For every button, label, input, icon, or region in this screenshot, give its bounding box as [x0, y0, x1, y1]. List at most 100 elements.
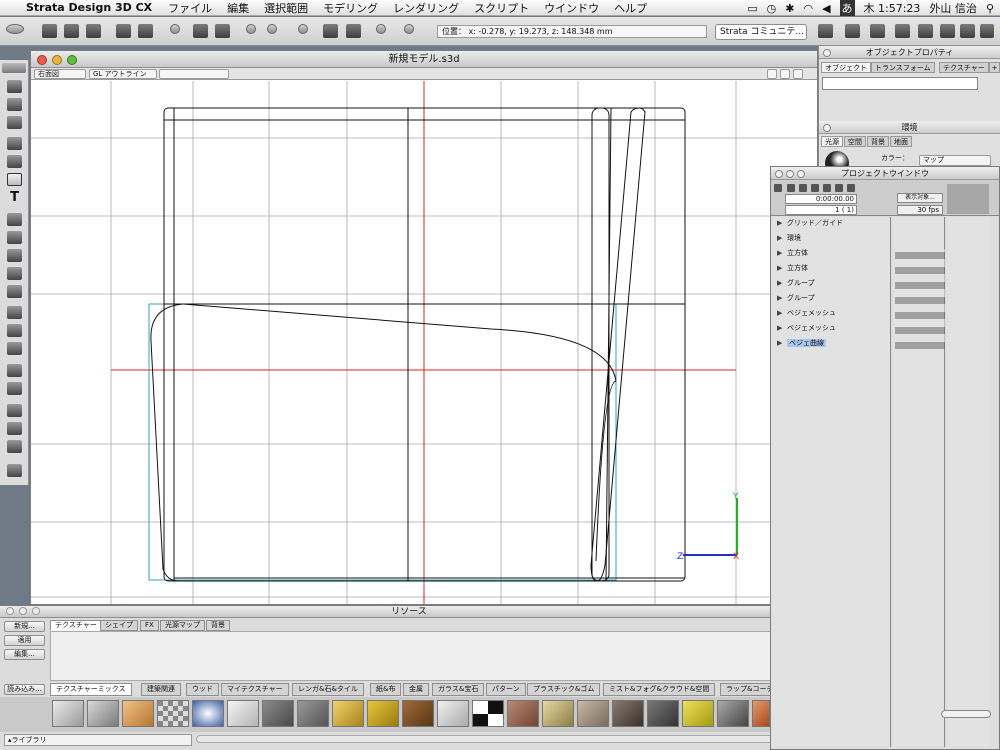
photoshop-import-icon[interactable]: [116, 24, 131, 38]
snap-icon[interactable]: [767, 69, 777, 79]
project-close-icon[interactable]: [775, 170, 783, 178]
new-file-icon[interactable]: [42, 24, 57, 38]
list-item[interactable]: ▶ グループ: [777, 277, 815, 290]
close-icon[interactable]: [37, 55, 47, 65]
texture-swatch[interactable]: [157, 700, 189, 727]
align-icon[interactable]: [818, 24, 833, 38]
stop-icon[interactable]: [787, 184, 795, 192]
menu-edit[interactable]: 編集: [227, 0, 249, 16]
fit-view-icon[interactable]: [323, 24, 338, 38]
group-select-icon[interactable]: [7, 116, 22, 129]
texture-swatch[interactable]: [332, 700, 364, 727]
deform-tool-icon[interactable]: [7, 285, 22, 298]
category-mist-fog[interactable]: ミスト&フォグ&クラウド&空間: [603, 683, 716, 696]
uv-icon[interactable]: [404, 24, 414, 34]
texture-swatch[interactable]: [297, 700, 329, 727]
texture-swatch[interactable]: [542, 700, 574, 727]
menu-window[interactable]: ウインドウ: [544, 0, 599, 16]
list-item[interactable]: ▶ グリッド／ガイド: [777, 217, 843, 230]
select-arrow-icon[interactable]: [7, 80, 22, 93]
category-paper-cloth[interactable]: 紙&布: [370, 683, 402, 696]
category-brick-stone[interactable]: レンガ&石&タイル: [292, 683, 364, 696]
modeling-canvas[interactable]: Y Z X: [31, 81, 817, 604]
display-icon[interactable]: ▭: [747, 2, 757, 15]
texture-swatch[interactable]: [577, 700, 609, 727]
render-icon[interactable]: [940, 24, 955, 38]
eyedropper-icon[interactable]: [7, 464, 22, 477]
zoom-icon[interactable]: [7, 440, 22, 453]
tab-space[interactable]: 空間: [844, 136, 866, 147]
resource-close-icon[interactable]: [6, 607, 14, 615]
env-close-icon[interactable]: [823, 124, 831, 132]
library-select[interactable]: ▴ライブラリ: [4, 734, 192, 746]
texture-swatch[interactable]: [402, 700, 434, 727]
lathe-tool-icon[interactable]: [7, 213, 22, 226]
cube-tool-icon[interactable]: [7, 137, 22, 150]
new-resource-button[interactable]: 新規...: [4, 621, 45, 632]
category-architecture[interactable]: 建築関連: [141, 683, 181, 696]
undo-icon[interactable]: [246, 24, 256, 34]
extrude-tool-icon[interactable]: [7, 231, 22, 244]
list-item[interactable]: ▶ ベジェメッシュ: [777, 322, 836, 335]
grid-tool-icon[interactable]: [7, 382, 22, 395]
texture-swatch[interactable]: [717, 700, 749, 727]
texture-swatch[interactable]: [682, 700, 714, 727]
timeline-slider[interactable]: [941, 710, 991, 718]
list-icon[interactable]: [845, 24, 860, 38]
camera-tool-icon[interactable]: [7, 342, 22, 355]
texture-swatch[interactable]: [192, 700, 224, 727]
pen-tool-icon[interactable]: [7, 173, 22, 186]
hand-icon[interactable]: [7, 404, 22, 417]
view-slider[interactable]: [159, 69, 229, 79]
direct-select-icon[interactable]: [7, 98, 22, 111]
frame-tool-icon[interactable]: [298, 24, 308, 34]
category-wood[interactable]: ウッド: [186, 683, 219, 696]
tab-shape[interactable]: シェイプ: [100, 620, 138, 631]
object-name-field[interactable]: [822, 77, 978, 90]
menu-script[interactable]: スクリプト: [474, 0, 529, 16]
edit-resource-button[interactable]: 編集...: [4, 649, 45, 660]
swatch-scrollbar[interactable]: [196, 735, 814, 743]
texture-swatch[interactable]: [367, 700, 399, 727]
sweep-tool-icon[interactable]: [7, 249, 22, 262]
tab-texture[interactable]: テクスチャー: [50, 620, 102, 631]
cut-icon[interactable]: [170, 24, 180, 34]
menu-modeling[interactable]: モデリング: [323, 0, 378, 16]
texture-swatch[interactable]: [87, 700, 119, 727]
list-item[interactable]: ▶ 環境: [777, 232, 801, 245]
tab-transform[interactable]: トランスフォーム: [871, 62, 935, 73]
apply-resource-button[interactable]: 適用: [4, 635, 45, 646]
volume-icon[interactable]: ◀: [822, 2, 830, 15]
tab-background[interactable]: 背景: [206, 620, 230, 631]
render-mode-select[interactable]: GL アウトライン: [89, 69, 157, 79]
objprop-close-icon[interactable]: [823, 49, 831, 57]
import-resource-button[interactable]: 読み込み...: [4, 684, 45, 695]
sun-icon[interactable]: [870, 24, 885, 38]
texture-swatch[interactable]: [612, 700, 644, 727]
rewind-icon[interactable]: [799, 184, 807, 192]
category-texture-mix[interactable]: テクスチャーミックス: [50, 683, 132, 696]
wifi-icon[interactable]: ◠: [803, 2, 813, 15]
brush-icon[interactable]: [918, 24, 933, 38]
texture-swatch[interactable]: [122, 700, 154, 727]
frame-field[interactable]: 1 ( 1): [785, 205, 857, 215]
rotate-view-icon[interactable]: [7, 422, 22, 435]
text-tool-icon[interactable]: T: [7, 191, 22, 204]
list-item[interactable]: ▶ 立方体: [777, 262, 808, 275]
category-glass-gem[interactable]: ガラス&宝石: [432, 683, 485, 696]
spotlight-icon[interactable]: ⚲: [986, 2, 994, 15]
user-name[interactable]: 外山 信治: [929, 0, 977, 16]
fps-field[interactable]: 30 fps: [897, 205, 943, 215]
texture-swatch[interactable]: [437, 700, 469, 727]
menu-help[interactable]: ヘルプ: [614, 0, 647, 16]
tab-light[interactable]: 光源: [821, 136, 843, 147]
photoshop-export-icon[interactable]: [138, 24, 153, 38]
cube-icon[interactable]: [895, 24, 910, 38]
texture-swatch[interactable]: [647, 700, 679, 727]
resource-minimize-icon[interactable]: [19, 607, 27, 615]
texture-swatch[interactable]: [52, 700, 84, 727]
list-item-selected[interactable]: ▶ ベジェ曲線: [777, 337, 826, 350]
step-forward-icon[interactable]: [835, 184, 843, 192]
time-machine-icon[interactable]: ◷: [767, 2, 777, 15]
grid-toggle-icon[interactable]: [780, 69, 790, 79]
